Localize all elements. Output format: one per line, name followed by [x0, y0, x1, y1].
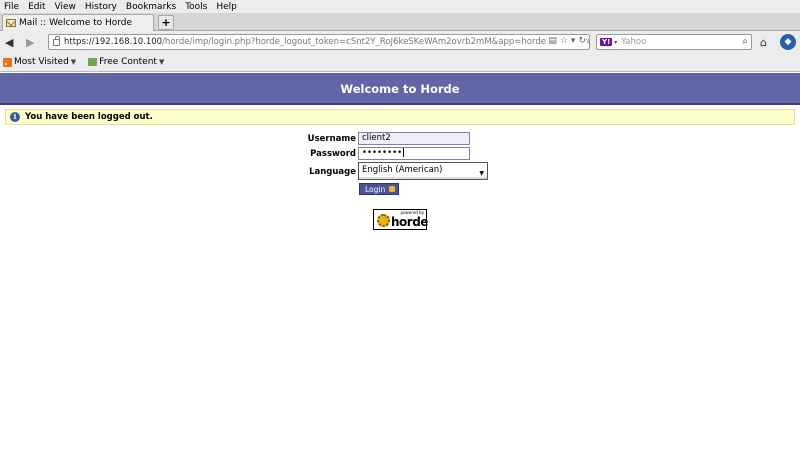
padlock-icon — [389, 186, 395, 192]
password-mask: •••••••• — [362, 148, 403, 158]
login-button[interactable]: Login — [359, 183, 399, 195]
horde-logo[interactable]: powered by horde — [373, 209, 428, 230]
bookmarks-bar: Most Visited ▼ Free Content ▼ — [0, 53, 800, 72]
horde-wordmark: horde — [391, 215, 428, 229]
username-label: Username — [307, 134, 356, 144]
language-label: Language — [309, 167, 356, 177]
username-field[interactable]: client2 — [358, 132, 470, 145]
bookmark-star-icon[interactable]: ☆ — [560, 36, 568, 46]
horde-sun-icon — [377, 214, 390, 227]
menu-edit[interactable]: Edit — [28, 2, 45, 12]
url-host: https://192.168.10.100 — [64, 37, 163, 47]
search-icon[interactable]: ⌕ — [742, 36, 748, 47]
chevron-down-icon: ▼ — [479, 170, 484, 177]
search-engine-dropdown-icon[interactable]: ▾ — [614, 39, 617, 46]
text-cursor — [403, 148, 405, 157]
bookmark-label: Most Visited — [14, 57, 69, 67]
forward-arrow-icon[interactable]: ▶ — [26, 36, 34, 49]
url-bar-icons: ▤ ☆ ▾ ↻ — [546, 36, 586, 46]
folder-icon — [88, 58, 98, 66]
menu-view[interactable]: View — [55, 2, 76, 12]
page-icon[interactable]: ▤ — [548, 36, 557, 46]
extension-icon[interactable]: ◆ — [780, 34, 796, 50]
dropdown-icon[interactable]: ▾ — [571, 36, 576, 46]
menu-help[interactable]: Help — [216, 2, 237, 12]
bookmark-most-visited[interactable]: Most Visited ▼ — [3, 57, 76, 67]
login-button-label: Login — [365, 185, 386, 194]
tab-title: Mail :: Welcome to Horde — [19, 18, 133, 28]
search-bar[interactable]: Y! ▾ Yahoo ⌕ — [596, 34, 752, 50]
navigation-bar: ◀ ▶ https://192.168.10.100/horde/imp/log… — [0, 31, 800, 53]
chevron-down-icon: ▼ — [70, 58, 77, 66]
chevron-down-icon: ▼ — [158, 58, 165, 66]
menu-file[interactable]: File — [4, 2, 19, 12]
page-title: Welcome to Horde — [0, 73, 800, 105]
mail-icon — [6, 19, 16, 27]
url-path: /horde/imp/login.php?horde_logout_token=… — [162, 37, 590, 47]
bookmark-free-content[interactable]: Free Content ▼ — [88, 57, 164, 67]
yahoo-icon[interactable]: Y! — [600, 38, 613, 46]
url-bar[interactable]: https://192.168.10.100/horde/imp/login.p… — [48, 34, 590, 50]
tab-strip: Mail :: Welcome to Horde + — [0, 13, 800, 31]
notice-text: You have been logged out. — [25, 112, 153, 122]
language-selected: English (American) — [362, 165, 443, 175]
bookmark-label: Free Content — [99, 57, 157, 67]
browser-tab[interactable]: Mail :: Welcome to Horde — [2, 14, 154, 31]
new-tab-button[interactable]: + — [158, 15, 174, 30]
reload-icon[interactable]: ↻ — [578, 36, 586, 46]
lock-icon — [53, 35, 60, 46]
back-arrow-icon[interactable]: ◀ — [5, 36, 13, 49]
rss-icon — [3, 57, 12, 67]
info-icon: i — [10, 112, 20, 122]
menu-bookmarks[interactable]: Bookmarks — [126, 2, 176, 12]
menu-history[interactable]: History — [85, 2, 117, 12]
logout-notice: i You have been logged out. — [5, 109, 795, 125]
home-icon[interactable]: ⌂ — [760, 36, 767, 49]
menu-tools[interactable]: Tools — [185, 2, 207, 12]
language-select[interactable]: English (American) ▼ — [358, 162, 488, 180]
password-field[interactable]: •••••••• — [358, 147, 470, 160]
menubar: File Edit View History Bookmarks Tools H… — [0, 0, 800, 13]
search-input[interactable]: Yahoo — [621, 37, 646, 47]
password-label: Password — [310, 149, 356, 159]
